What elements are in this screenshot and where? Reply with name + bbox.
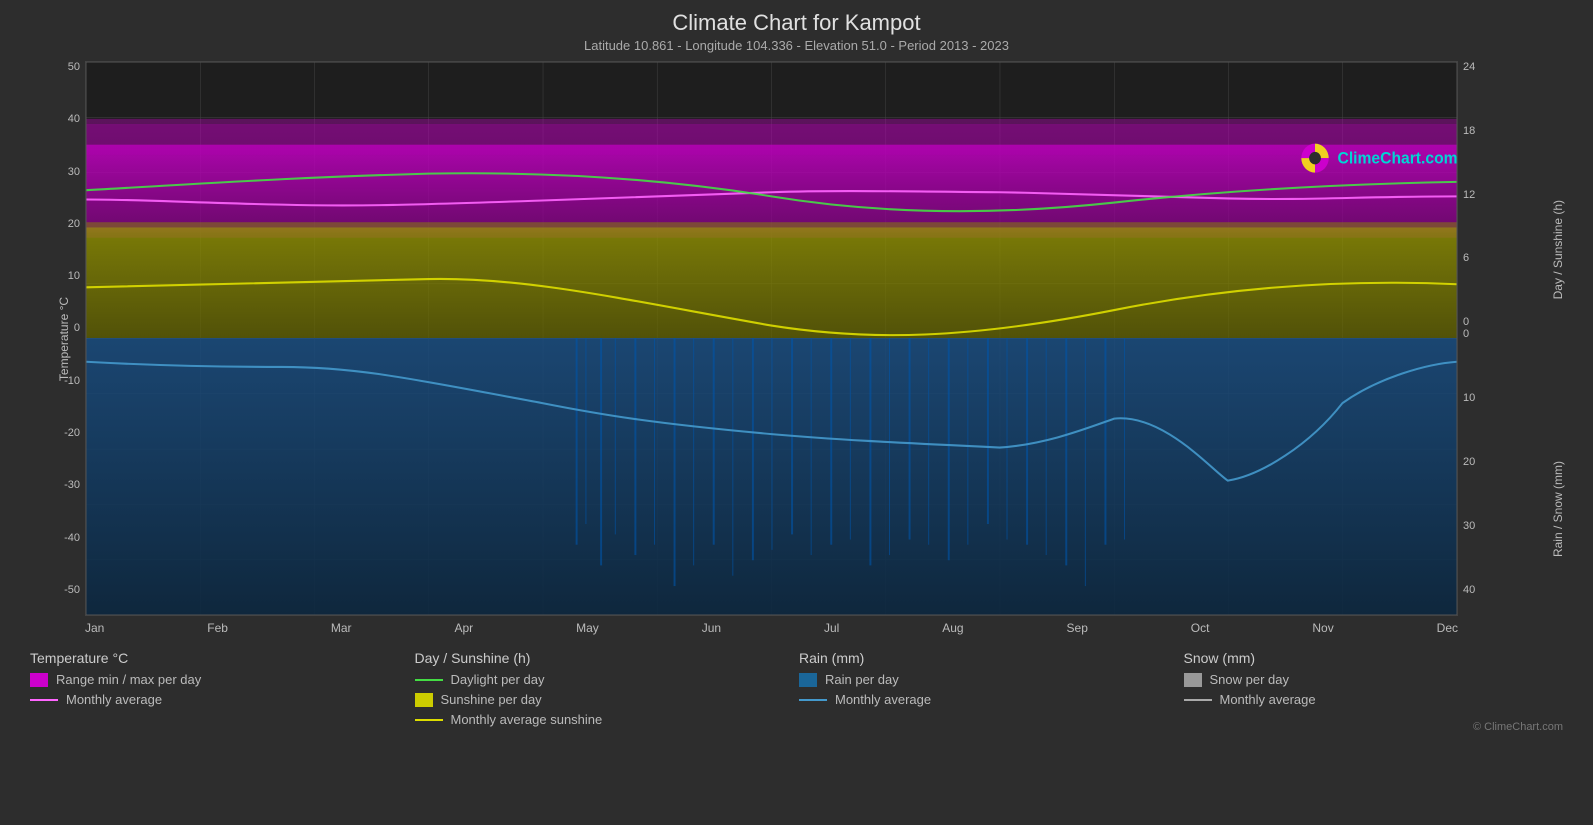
y-tick-right-sunshine: 24 xyxy=(1463,61,1543,73)
legend-snow-swatch: Snow per day xyxy=(1184,672,1564,687)
temp-avg-line xyxy=(30,699,58,701)
legend-temp-range: Range min / max per day xyxy=(30,672,410,687)
y-tick-left: -50 xyxy=(64,584,80,596)
legend-rain-label: Rain per day xyxy=(825,672,899,687)
legend-rain-avg-label: Monthly average xyxy=(835,692,931,707)
snow-avg-line xyxy=(1184,699,1212,701)
legend-snow-label: Snow per day xyxy=(1210,672,1290,687)
x-tick-oct: Oct xyxy=(1191,621,1210,635)
y-tick-right-sunshine: 12 xyxy=(1463,189,1543,201)
sunshine-swatch xyxy=(415,693,433,707)
y-tick-left: 20 xyxy=(68,218,80,230)
legend-sunshine-avg-label: Monthly average sunshine xyxy=(451,712,603,727)
legend-snow-avg-label: Monthly average xyxy=(1220,692,1316,707)
y-tick-right-rain: 20 xyxy=(1463,456,1543,468)
rain-swatch xyxy=(799,673,817,687)
legend-sunshine: Day / Sunshine (h) Daylight per day Suns… xyxy=(415,650,795,735)
legend-rain: Rain (mm) Rain per day Monthly average xyxy=(799,650,1179,735)
legend-temp-avg: Monthly average xyxy=(30,692,410,707)
y-axis-right-sunshine-label: Day / Sunshine (h) xyxy=(1551,200,1565,299)
rain-avg-line xyxy=(799,699,827,701)
legend-daylight-label: Daylight per day xyxy=(451,672,545,687)
legend-daylight: Daylight per day xyxy=(415,672,795,687)
copyright-text: © ClimeChart.com xyxy=(1473,721,1563,733)
x-tick-mar: Mar xyxy=(331,621,352,635)
x-tick-dec: Dec xyxy=(1437,621,1458,635)
legend-rain-swatch: Rain per day xyxy=(799,672,1179,687)
y-tick-right-rain: 0 xyxy=(1463,328,1543,340)
legend-snow: Snow (mm) Snow per day Monthly average ©… xyxy=(1184,650,1564,735)
y-tick-right-sunshine: 6 xyxy=(1463,252,1543,264)
legend-sunshine-label: Sunshine per day xyxy=(441,692,542,707)
svg-text:ClimeChart.com: ClimeChart.com xyxy=(1338,149,1457,167)
sunshine-avg-line xyxy=(415,719,443,721)
legend-temp-avg-label: Monthly average xyxy=(66,692,162,707)
y-tick-left: 30 xyxy=(68,166,80,178)
y-tick-left: 40 xyxy=(68,113,80,125)
x-tick-may: May xyxy=(576,621,599,635)
y-tick-left: 0 xyxy=(74,322,80,334)
legend-sunshine-avg: Monthly average sunshine xyxy=(415,712,795,727)
legend-snow-title: Snow (mm) xyxy=(1184,650,1564,666)
y-tick-left: -30 xyxy=(64,479,80,491)
legend-rain-title: Rain (mm) xyxy=(799,650,1179,666)
legend-sunshine-title: Day / Sunshine (h) xyxy=(415,650,795,666)
x-tick-aug: Aug xyxy=(942,621,963,635)
y-tick-left: -20 xyxy=(64,427,80,439)
x-tick-jan: Jan xyxy=(85,621,104,635)
y-tick-right-rain: 40 xyxy=(1463,584,1543,596)
y-tick-left: 50 xyxy=(68,61,80,73)
chart-title: Climate Chart for Kampot xyxy=(672,10,920,36)
legend-temperature: Temperature °C Range min / max per day M… xyxy=(30,650,410,735)
legend-snow-avg: Monthly average xyxy=(1184,692,1564,707)
legend-sunshine-swatch: Sunshine per day xyxy=(415,692,795,707)
x-tick-apr: Apr xyxy=(454,621,473,635)
main-chart: ClimeChart.com ClimeChart.com xyxy=(85,61,1458,616)
chart-subtitle: Latitude 10.861 - Longitude 104.336 - El… xyxy=(584,38,1009,53)
y-tick-right-sunshine: 0 xyxy=(1463,316,1543,328)
temp-range-swatch xyxy=(30,673,48,687)
y-axis-left-label: Temperature °C xyxy=(57,296,71,380)
y-tick-left: 10 xyxy=(68,270,80,282)
legend-temp-title: Temperature °C xyxy=(30,650,410,666)
x-tick-feb: Feb xyxy=(207,621,228,635)
x-tick-nov: Nov xyxy=(1312,621,1333,635)
y-axis-right-rain-label: Rain / Snow (mm) xyxy=(1551,461,1565,557)
x-tick-jun: Jun xyxy=(702,621,721,635)
y-tick-right-rain: 30 xyxy=(1463,520,1543,532)
y-tick-right-sunshine: 18 xyxy=(1463,125,1543,137)
daylight-line xyxy=(415,679,443,681)
snow-swatch xyxy=(1184,673,1202,687)
legend-temp-range-label: Range min / max per day xyxy=(56,672,201,687)
y-tick-left: -40 xyxy=(64,532,80,544)
y-tick-right-rain: 10 xyxy=(1463,392,1543,404)
x-tick-sep: Sep xyxy=(1067,621,1088,635)
x-tick-jul: Jul xyxy=(824,621,839,635)
legend-rain-avg: Monthly average xyxy=(799,692,1179,707)
